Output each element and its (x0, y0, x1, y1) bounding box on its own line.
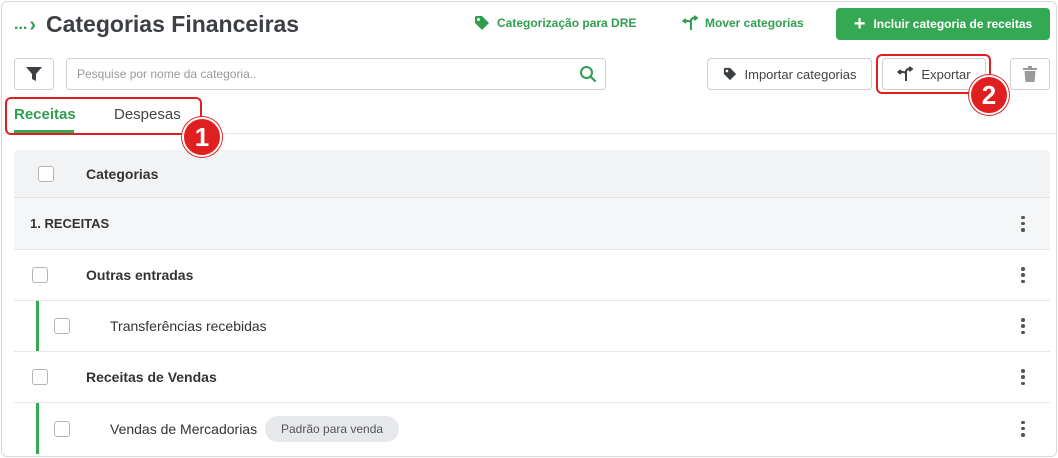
search-icon[interactable] (579, 65, 597, 83)
add-button-label: Incluir categoria de receitas (873, 17, 1033, 31)
search-input[interactable] (77, 59, 577, 89)
page-title: Categorias Financeiras (46, 11, 300, 37)
import-button-label: Importar categorias (744, 66, 857, 82)
tag-icon (723, 67, 736, 81)
page-frame: ... › Categorias Financeiras Categorizaçã… (1, 1, 1057, 457)
add-revenue-category-button[interactable]: + Incluir categoria de receitas (836, 8, 1050, 40)
move-link-label: Mover categorias (705, 16, 804, 30)
categories-table: Categorias 1. RECEITAS Outras entradas T… (14, 150, 1050, 454)
kebab-icon[interactable] (1018, 267, 1028, 283)
dre-link-label: Categorização para DRE (497, 16, 637, 30)
move-icon (682, 15, 698, 30)
child-indicator (36, 301, 39, 351)
filter-icon (26, 67, 42, 81)
callout-number-1: 1 (182, 117, 222, 157)
group-row: 1. RECEITAS (14, 198, 1050, 250)
row-label: Receitas de Vendas (86, 369, 217, 385)
select-all-checkbox[interactable] (38, 165, 54, 182)
table-row: Outras entradas (14, 250, 1050, 301)
table-header-row: Categorias (14, 150, 1050, 198)
default-sale-badge: Padrão para venda (265, 415, 400, 442)
trash-icon (1023, 66, 1037, 82)
kebab-icon[interactable] (1018, 318, 1028, 334)
import-categories-button[interactable]: Importar categorias (707, 58, 872, 90)
dre-categorization-link[interactable]: Categorização para DRE (474, 15, 636, 31)
kebab-icon[interactable] (1018, 369, 1028, 385)
filter-button[interactable] (14, 58, 54, 90)
group-label: 1. RECEITAS (30, 216, 110, 231)
column-header-categories: Categorias (86, 165, 159, 182)
tag-icon (475, 16, 489, 30)
table-row: Receitas de Vendas (14, 352, 1050, 403)
callout-number-2: 2 (969, 75, 1009, 115)
table-row: Transferências recebidas (14, 301, 1050, 352)
delete-button[interactable] (1010, 58, 1050, 90)
breadcrumb-ellipsis[interactable]: ... (14, 16, 27, 33)
search-box (66, 58, 606, 90)
plus-icon: + (853, 13, 866, 35)
table-row: Vendas de Mercadorias Padrão para venda (14, 403, 1050, 454)
row-checkbox[interactable] (54, 318, 70, 334)
callout-box-tabs (5, 97, 202, 135)
row-checkbox[interactable] (32, 369, 48, 385)
row-label: Transferências recebidas (110, 318, 267, 334)
row-checkbox[interactable] (32, 267, 48, 283)
chevron-right-icon: › (29, 14, 37, 36)
row-label: Vendas de Mercadorias (110, 420, 258, 437)
child-indicator (36, 403, 39, 454)
kebab-icon[interactable] (1018, 215, 1028, 232)
kebab-icon[interactable] (1018, 420, 1028, 437)
move-categories-link[interactable]: Mover categorias (682, 15, 804, 31)
breadcrumb[interactable]: ... › (14, 14, 36, 37)
row-checkbox[interactable] (54, 420, 70, 437)
row-label: Outras entradas (86, 267, 194, 283)
